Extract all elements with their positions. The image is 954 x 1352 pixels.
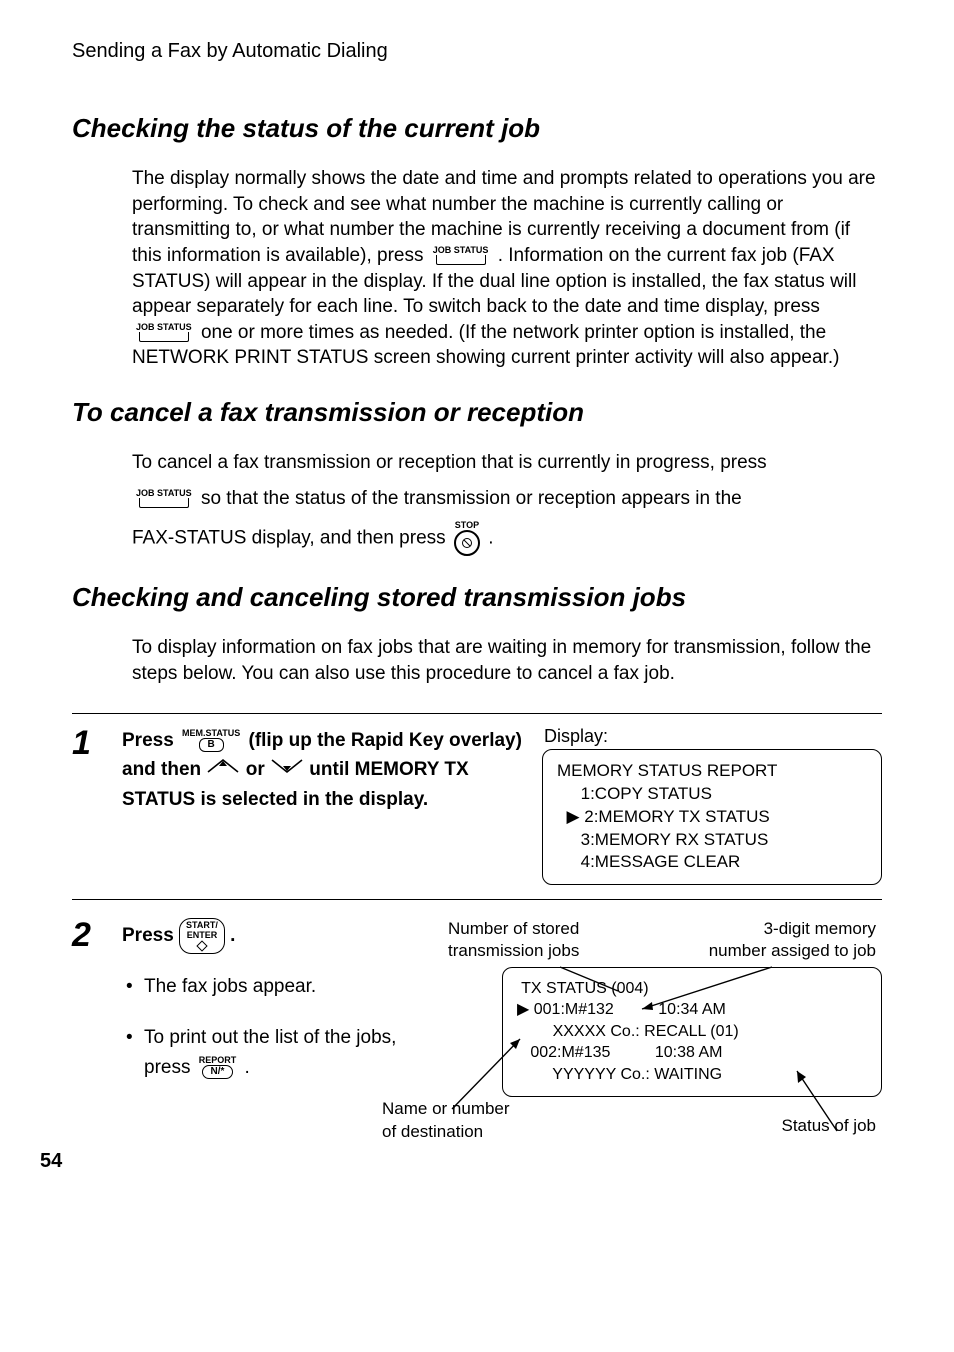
- job-status-key-icon: JOB STATUS: [136, 323, 192, 342]
- step1-display-panel: MEMORY STATUS REPORT 1:COPY STATUS ▶ 2:M…: [542, 749, 882, 886]
- step2-number: 2: [72, 918, 122, 952]
- sec2-p3-pre: FAX-STATUS display, and then press: [132, 528, 451, 549]
- step1-instruction: Press MEM.STATUS B (flip up the Rapid Ke…: [122, 726, 526, 815]
- report-btn: N/*: [202, 1065, 234, 1079]
- report-top: REPORT: [199, 1056, 237, 1065]
- page-number: 54: [40, 1150, 62, 1173]
- sec2-p2-post: so that the status of the transmission o…: [201, 488, 742, 509]
- annot-memnum: 3-digit memory number assiged to job: [709, 918, 876, 962]
- section3-paragraph: To display information on fax jobs that …: [132, 635, 882, 686]
- step2-bullet1: • The fax jobs appear.: [126, 972, 442, 1002]
- display-label: Display:: [544, 726, 882, 747]
- mem-status-key-icon: MEM.STATUS B: [182, 729, 240, 752]
- annot-stored-jobs: Number of stored transmission jobs: [448, 918, 579, 962]
- step2-instr-end: .: [230, 925, 235, 946]
- bullet-dot-icon: •: [126, 972, 144, 1002]
- step1-number: 1: [72, 726, 122, 760]
- job-status-label: JOB STATUS: [433, 246, 489, 255]
- step2-bullet2: • To print out the list of the jobs, pre…: [126, 1023, 442, 1084]
- job-status-key-icon: JOB STATUS: [136, 489, 192, 508]
- running-header: Sending a Fax by Automatic Dialing: [72, 40, 882, 63]
- sec2-p1: To cancel a fax transmission or receptio…: [132, 450, 882, 476]
- job-status-label: JOB STATUS: [136, 489, 192, 498]
- step2-b2-pre: To print out the list of the jobs, press: [144, 1027, 396, 1078]
- step1-c: or: [246, 759, 270, 780]
- annot-dest-a: Name or number: [382, 1098, 510, 1120]
- mem-status-top: MEM.STATUS: [182, 729, 240, 738]
- annot-memnum-b: number assiged to job: [709, 940, 876, 962]
- sec1-p1c-pre: date and time display, press: [585, 296, 820, 317]
- bullet-dot-icon: •: [126, 1023, 144, 1053]
- annot-stored-b: transmission jobs: [448, 940, 579, 962]
- step-1: 1 Press MEM.STATUS B (flip up the Rapid …: [72, 713, 882, 886]
- step2-b2-post: .: [245, 1057, 250, 1078]
- up-arrow-key-icon: [206, 755, 240, 784]
- start-enter-key-icon: START/ ENTER: [179, 918, 225, 954]
- annot-memnum-a: 3-digit memory: [709, 918, 876, 940]
- sec1-p1c-post: one or more times as needed. (If the net…: [132, 322, 839, 369]
- sec2-p3-post: .: [488, 528, 493, 549]
- down-arrow-key-icon: [270, 755, 304, 784]
- annot-dest-b: of destination: [382, 1121, 510, 1143]
- section2-paragraph: To cancel a fax transmission or receptio…: [132, 450, 882, 556]
- annot-destination: Name or number of destination: [382, 1098, 510, 1142]
- job-status-label: JOB STATUS: [136, 323, 192, 332]
- step2-instr-pre: Press: [122, 925, 179, 946]
- annot-stored-a: Number of stored: [448, 918, 579, 940]
- report-key-icon: REPORT N/*: [199, 1056, 237, 1079]
- step2-b1-text: The fax jobs appear.: [144, 972, 316, 1002]
- job-status-key-icon: JOB STATUS: [433, 246, 489, 265]
- step-2: 2 Press START/ ENTER . • The fax jobs ap…: [72, 899, 882, 1136]
- section3-title: Checking and canceling stored transmissi…: [72, 582, 882, 613]
- step2-display-panel: TX STATUS (004) ▶ 001:M#132 10:34 AM XXX…: [502, 967, 882, 1097]
- section1-paragraph: The display normally shows the date and …: [132, 166, 882, 371]
- mem-status-btn: B: [199, 738, 224, 752]
- step2-instruction: Press START/ ENTER .: [122, 918, 442, 954]
- section2-title: To cancel a fax transmission or receptio…: [72, 397, 882, 428]
- stop-label: STOP: [455, 521, 479, 530]
- section1-title: Checking the status of the current job: [72, 113, 882, 144]
- step1-a: Press: [122, 730, 179, 751]
- stop-key-icon: STOP: [454, 521, 480, 556]
